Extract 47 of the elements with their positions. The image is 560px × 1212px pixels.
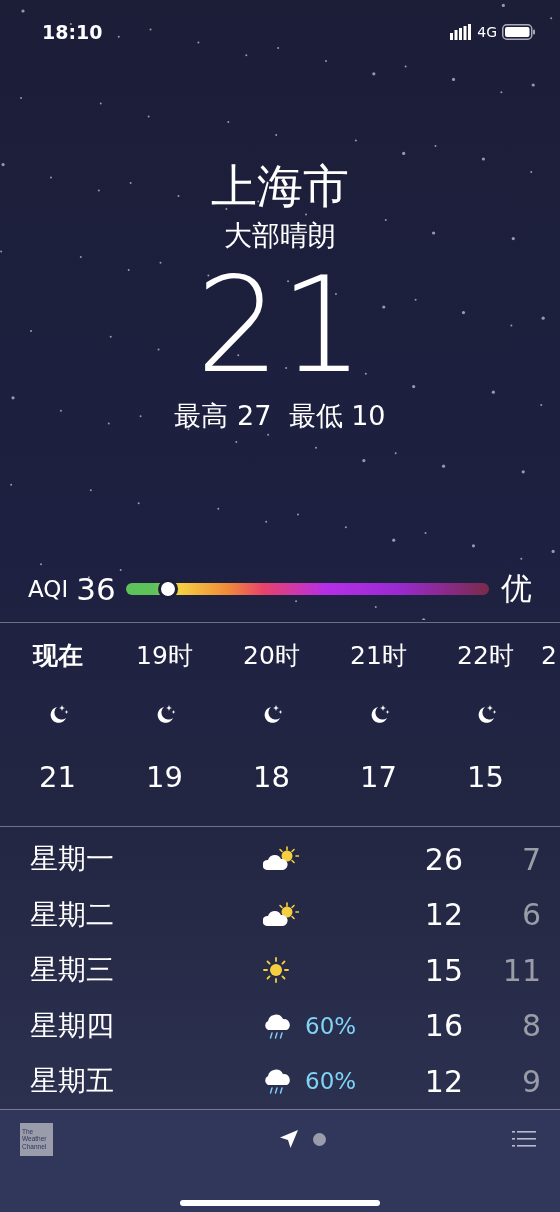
hour-temperature: 19 [146, 758, 183, 796]
aqi-value: 36 [76, 571, 116, 608]
weekday-label: 星期四 [30, 1007, 115, 1044]
hour-label: 19时 [136, 639, 193, 672]
location-arrow-icon[interactable] [279, 1129, 299, 1150]
weekday-label: 星期二 [30, 896, 115, 933]
city-name: 上海市 [211, 158, 349, 215]
home-indicator[interactable] [180, 1200, 380, 1207]
hour-temperature: 21 [39, 758, 76, 796]
high-temperature: 26 [423, 841, 463, 877]
high-temperature: 16 [423, 1008, 463, 1044]
high-low-temperature: 最高 27 最低 10 [174, 399, 386, 434]
weekday-label: 星期五 [30, 1063, 115, 1100]
hour-label: 现在 [32, 639, 83, 672]
precipitation-chance: 60% [305, 1012, 357, 1039]
hour-label: 20时 [243, 639, 300, 672]
hour-label: 22时 [457, 639, 514, 672]
battery-icon [502, 24, 536, 41]
low-temperature: 7 [520, 841, 541, 877]
partly-cloudy-icon [263, 901, 299, 928]
weather-condition: 大部晴朗 [224, 218, 336, 255]
high-temperature: 12 [423, 897, 463, 933]
status-time: 18:10 [42, 21, 103, 44]
partly-cloudy-icon [263, 846, 299, 873]
low-temperature: 8 [520, 1008, 541, 1044]
low-temperature: 6 [520, 897, 541, 933]
page-dot[interactable] [313, 1132, 326, 1146]
hour-label: 21时 [350, 639, 407, 672]
low-temperature: 9 [520, 1063, 541, 1099]
hour-temperature: 15 [467, 758, 504, 796]
current-temperature: 21 [196, 260, 364, 391]
aqi-label: AQI [28, 576, 69, 603]
hour-temperature: 17 [360, 758, 397, 796]
weekday-label: 星期一 [30, 841, 115, 878]
list-icon[interactable] [512, 1130, 536, 1149]
network-type: 4G [477, 24, 497, 41]
aqi-rating: 优 [501, 569, 532, 609]
high-temperature: 15 [423, 952, 463, 988]
high-temperature: 12 [423, 1063, 463, 1099]
rain-cloud-icon [263, 1067, 293, 1096]
sun-icon [263, 957, 289, 984]
hour-label: 2 [541, 639, 557, 672]
weekday-label: 星期三 [30, 952, 115, 989]
precipitation-chance: 60% [305, 1068, 357, 1095]
hour-temperature: 18 [253, 758, 290, 796]
low-temperature: 11 [501, 952, 541, 988]
signal-icon [450, 24, 473, 41]
